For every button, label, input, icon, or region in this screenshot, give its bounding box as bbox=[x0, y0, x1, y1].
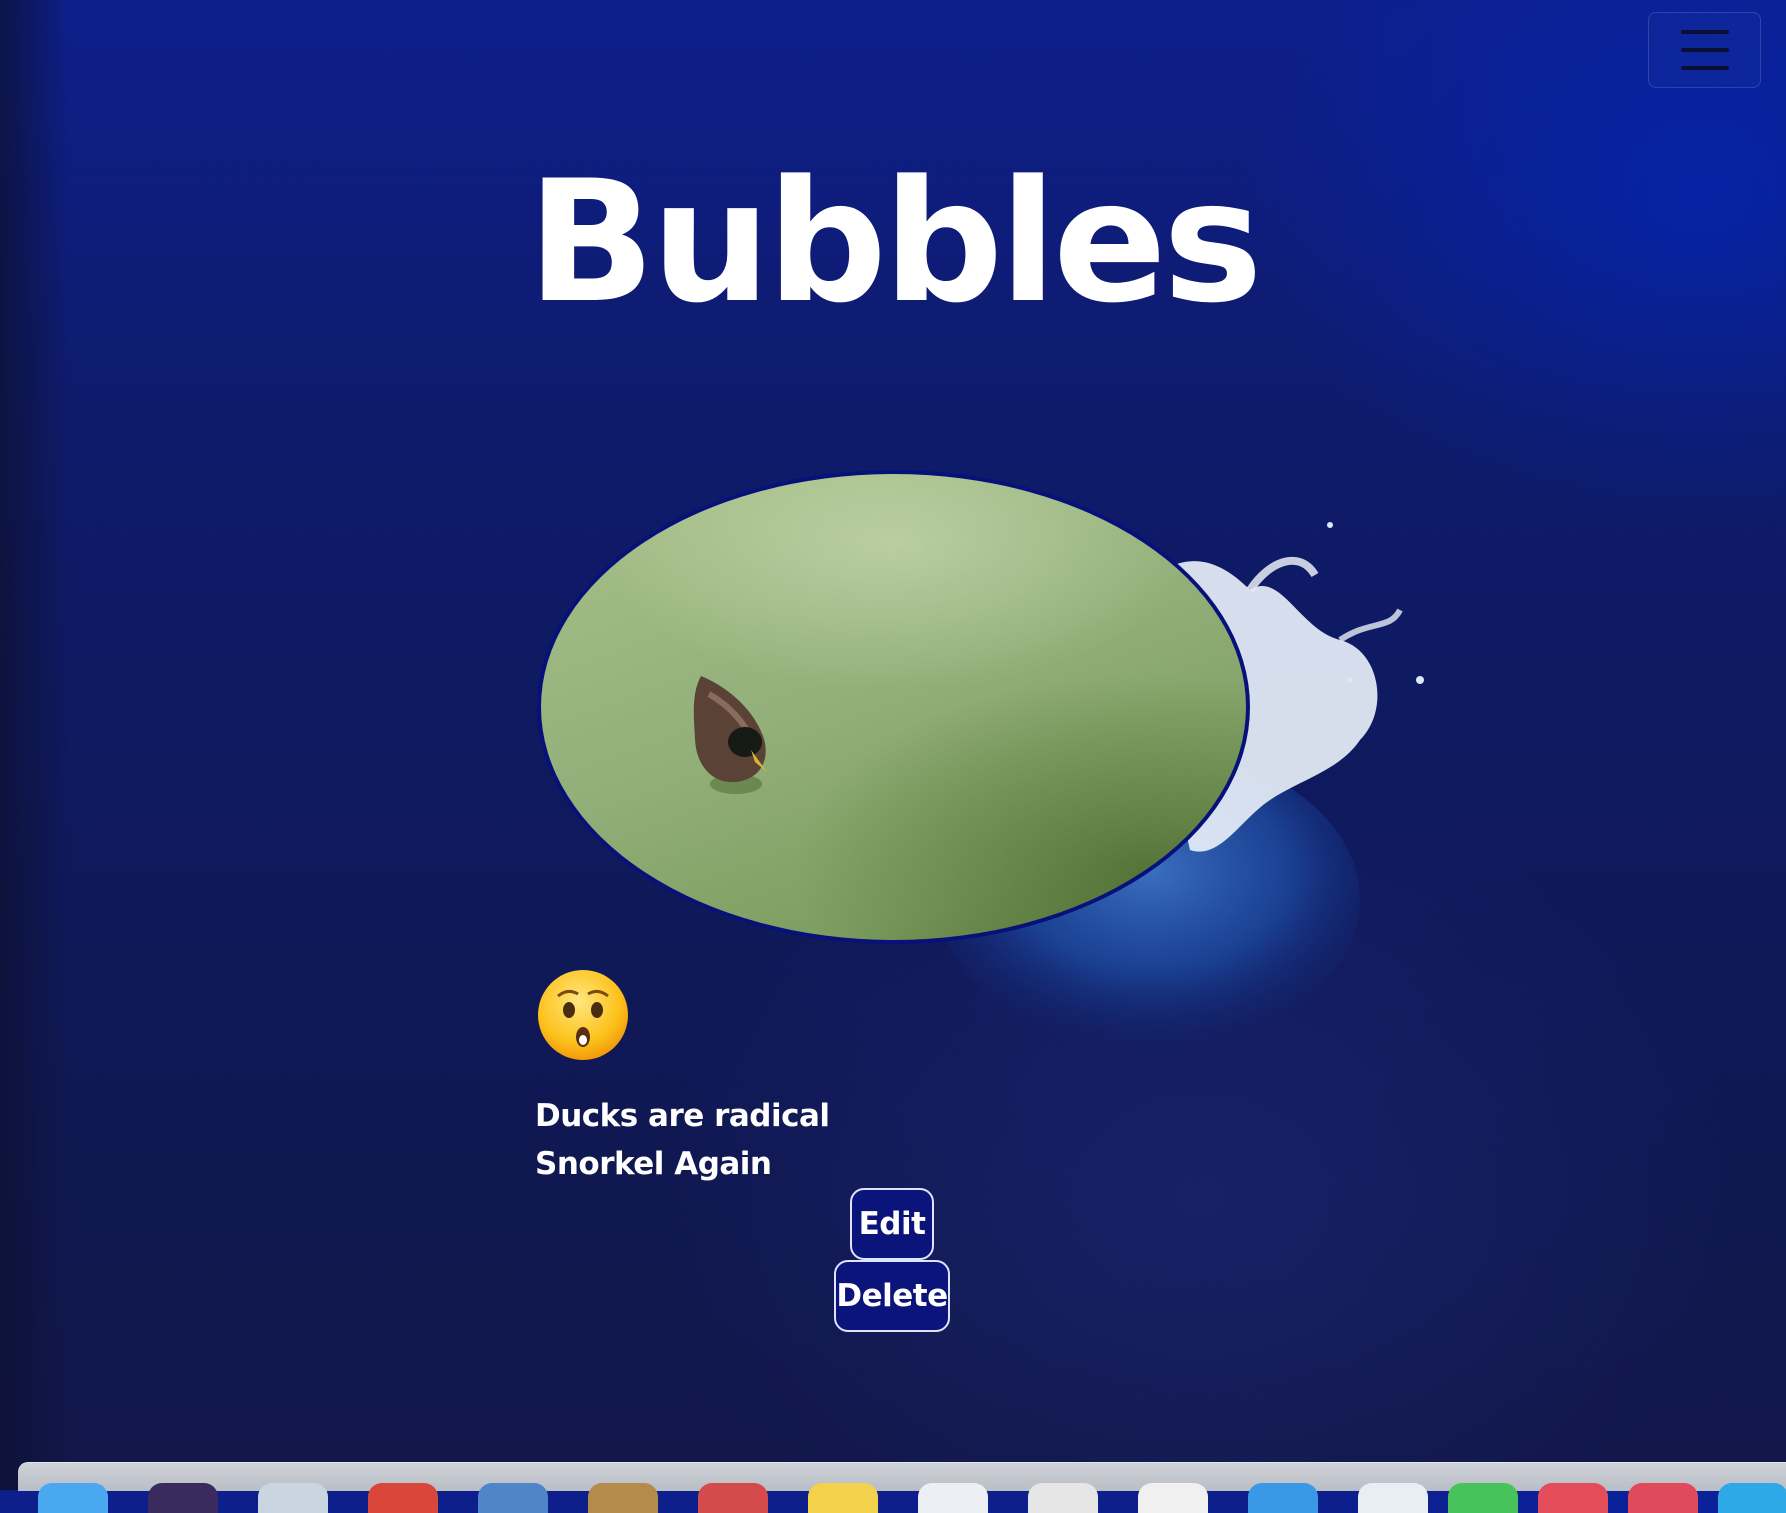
dock-app-icon[interactable] bbox=[258, 1483, 328, 1513]
dock-app-icon[interactable] bbox=[1538, 1483, 1608, 1513]
post-image bbox=[537, 470, 1250, 944]
dock-app-icon[interactable] bbox=[1248, 1483, 1318, 1513]
delete-button[interactable]: Delete bbox=[834, 1260, 950, 1332]
hamburger-menu-icon bbox=[1680, 30, 1729, 34]
hamburger-menu-icon-bar bbox=[1680, 66, 1729, 70]
dock-app-icon[interactable] bbox=[368, 1483, 438, 1513]
post-caption-line-1: Ducks are radical bbox=[535, 1098, 830, 1134]
dock-app-icon[interactable] bbox=[1718, 1483, 1786, 1513]
macos-dock bbox=[18, 1462, 1786, 1513]
page-title: Bubbles bbox=[527, 144, 1263, 340]
dock-app-icon[interactable] bbox=[478, 1483, 548, 1513]
dock-app-icon[interactable] bbox=[918, 1483, 988, 1513]
hamburger-menu-icon-bar bbox=[1680, 48, 1729, 52]
duck-image bbox=[693, 676, 767, 794]
dock-app-icon[interactable] bbox=[1028, 1483, 1098, 1513]
dock-app-icon[interactable] bbox=[588, 1483, 658, 1513]
dock-app-icon[interactable] bbox=[808, 1483, 878, 1513]
edit-button[interactable]: Edit bbox=[850, 1188, 934, 1260]
dock-app-icon[interactable] bbox=[698, 1483, 768, 1513]
dock-app-icon[interactable] bbox=[1138, 1483, 1208, 1513]
post-caption-line-2: Snorkel Again bbox=[535, 1146, 772, 1182]
dock-app-icon[interactable] bbox=[1448, 1483, 1518, 1513]
dock-app-icon[interactable] bbox=[1628, 1483, 1698, 1513]
reaction-emoji bbox=[538, 970, 628, 1060]
dock-app-icon[interactable] bbox=[148, 1483, 218, 1513]
hamburger-menu-button[interactable] bbox=[1648, 12, 1761, 88]
finder-icon[interactable] bbox=[38, 1483, 108, 1513]
dock-app-icon[interactable] bbox=[1358, 1483, 1428, 1513]
